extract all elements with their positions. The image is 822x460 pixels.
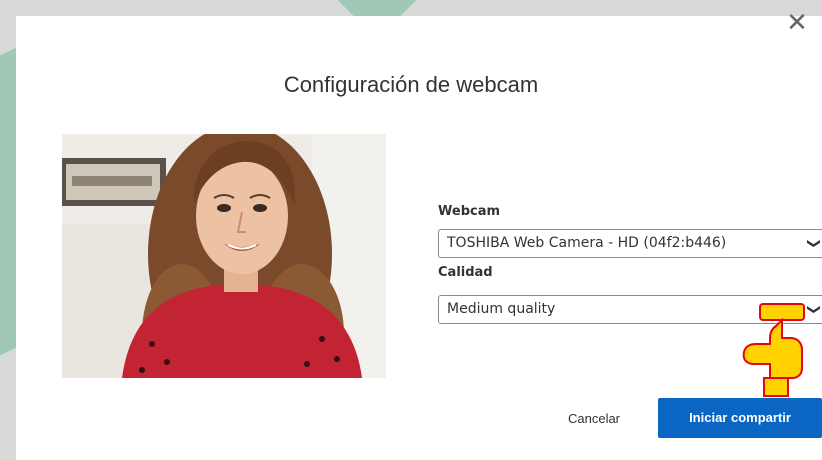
- webcam-label: Webcam: [438, 204, 501, 219]
- chevron-down-icon: ❯: [806, 238, 822, 249]
- pointing-hand-icon: [742, 303, 805, 397]
- webcam-select[interactable]: TOSHIBA Web Camera - HD (04f2:b446) ❯: [438, 229, 822, 258]
- dialog-title: Configuración de webcam: [283, 72, 539, 97]
- quality-label: Calidad: [438, 265, 493, 280]
- webcam-preview-image: [62, 134, 386, 378]
- webcam-select-value: TOSHIBA Web Camera - HD (04f2:b446): [447, 235, 727, 251]
- close-icon[interactable]: ✕: [782, 8, 812, 38]
- cancel-button[interactable]: Cancelar: [552, 404, 636, 434]
- start-sharing-button[interactable]: Iniciar compartir: [658, 398, 822, 438]
- quality-select-value: Medium quality: [447, 301, 556, 317]
- webcam-preview-drawing: [62, 134, 386, 378]
